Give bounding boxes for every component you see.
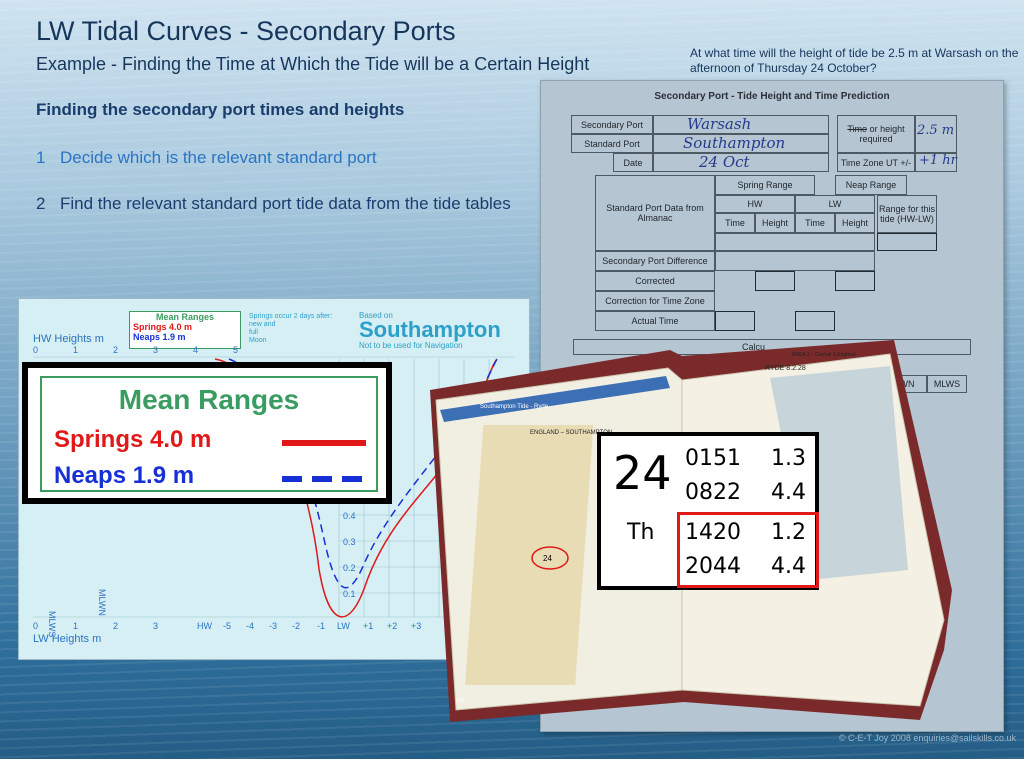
mean-ranges-legend: Mean Ranges Springs 4.0 m Neaps 1.9 m (22, 362, 392, 504)
sec-diff-fields[interactable] (715, 251, 875, 271)
slide-subtitle: Example - Finding the Time at Which the … (36, 54, 590, 74)
actual-time-label: Actual Time (595, 311, 715, 331)
actual-hw-time-field[interactable] (715, 311, 755, 331)
top-tick: 0 (33, 345, 38, 355)
time-tick: -1 (317, 621, 325, 631)
right-page-title: RYDE 8.2.28 (765, 365, 806, 372)
corrected-label: Corrected (595, 271, 715, 291)
zoom-weekday: Th (627, 520, 655, 545)
neaps-line-swatch (282, 476, 366, 482)
secondary-port-value: Warsash (687, 115, 752, 133)
right-page-area: AREA 2 – Central S England (792, 352, 856, 358)
top-tick: 2 (113, 345, 118, 355)
top-tick: 4 (193, 345, 198, 355)
factor-tick: 0.4 (343, 511, 356, 521)
tide-entry-zoom: 24 Th 0151 1.3 0822 4.4 1420 1.2 2044 4.… (597, 432, 819, 590)
tide-height: 1.3 (771, 446, 806, 471)
circled-day: 24 (543, 554, 552, 563)
required-value: 2.5 m (917, 123, 955, 138)
correction-tz-label: Correction for Time Zone (595, 291, 715, 311)
afternoon-highlight (677, 512, 819, 588)
factor-tick: 0.2 (343, 563, 356, 573)
hw-height-header: Height (755, 213, 795, 233)
std-port-data-fields[interactable] (715, 233, 875, 251)
top-tick: 3 (153, 345, 158, 355)
timezone-value: +1 hr (919, 153, 957, 168)
time-tick: -4 (246, 621, 254, 631)
hw-time-header: Time (715, 213, 755, 233)
time-struck-label: Time (847, 124, 868, 134)
time-tick: HW (197, 621, 212, 631)
step-number: 2 (36, 194, 46, 213)
step-text: Decide which is the relevant standard po… (60, 148, 377, 167)
legend-frame: Mean Ranges Springs 4.0 m Neaps 1.9 m (40, 376, 378, 492)
time-tick: -2 (292, 621, 300, 631)
mlws-axis-label: MLWS (47, 611, 57, 637)
legend-neaps: Neaps 1.9 m (54, 462, 195, 489)
section-heading: Finding the secondary port times and hei… (36, 100, 405, 119)
range-field[interactable] (877, 233, 937, 251)
date-label: Date (613, 153, 653, 172)
top-tick: 1 (73, 345, 78, 355)
factor-tick: 0.3 (343, 537, 356, 547)
legend-springs: Springs 4.0 m (54, 426, 212, 453)
range-label: Range for this tide (HW-LW) (877, 195, 937, 233)
example-question: At what time will the height of tide be … (690, 46, 1019, 75)
tide-time: 0151 (685, 446, 741, 471)
step-1: 1 Decide which is the relevant standard p… (36, 146, 377, 170)
time-tick: +2 (387, 621, 397, 631)
lw-header: LW (795, 195, 875, 213)
tide-table-column (465, 425, 594, 685)
top-tick: 5 (233, 345, 238, 355)
step-text: Find the relevant standard port tide dat… (60, 194, 511, 213)
zoom-day: 24 (613, 446, 672, 500)
form-title: Secondary Port - Tide Height and Time Pr… (654, 91, 890, 102)
bottom-tick: 0 (33, 621, 38, 631)
standard-port-value: Southampton (683, 134, 786, 152)
time-tick: -3 (269, 621, 277, 631)
bottom-tick: 2 (113, 621, 118, 631)
tide-time: 0822 (685, 480, 741, 505)
mlwn-axis-label: MLWN (97, 589, 107, 616)
required-label: required (859, 134, 893, 144)
time-tick: +1 (363, 621, 373, 631)
step-number: 1 (36, 148, 46, 167)
actual-lw-time-field[interactable] (795, 311, 835, 331)
spring-range-label: Spring Range (715, 175, 815, 195)
neap-range-label: Neap Range (835, 175, 907, 195)
page-number: 368 (456, 698, 465, 704)
legend-title: Mean Ranges (118, 384, 300, 415)
required-label-cell: Time or height required (837, 115, 915, 153)
corrected-hw-height-field[interactable] (755, 271, 795, 291)
hw-header: HW (715, 195, 795, 213)
date-value: 24 Oct (699, 153, 750, 171)
lw-height-header: Height (835, 213, 875, 233)
time-tick: LW (337, 621, 350, 631)
bottom-tick: 3 (153, 621, 158, 631)
timezone-label: Time Zone UT +/- (837, 153, 915, 172)
step-2: 2 Find the relevant standard port tide da… (36, 192, 526, 216)
tide-height: 4.4 (771, 480, 806, 505)
bottom-tick: 1 (73, 621, 78, 631)
standard-port-label: Standard Port (571, 134, 653, 153)
lw-time-header: Time (795, 213, 835, 233)
sec-diff-label: Secondary Port Difference (595, 251, 715, 271)
std-port-data-label: Standard Port Data from Almanac (595, 175, 715, 251)
slide-title: LW Tidal Curves - Secondary Ports (36, 16, 456, 46)
secondary-port-label: Secondary Port (571, 115, 653, 134)
left-page-header-text: Southampton Tide - Ryde (480, 404, 549, 410)
springs-line-swatch (282, 440, 366, 446)
time-tick: -5 (223, 621, 231, 631)
copyright: © C-E-T Joy 2008 enquiries@sailskills.co… (838, 733, 1016, 743)
corrected-lw-height-field[interactable] (835, 271, 875, 291)
or-height-label: or height (867, 124, 905, 134)
factor-tick: 0.1 (343, 589, 356, 599)
